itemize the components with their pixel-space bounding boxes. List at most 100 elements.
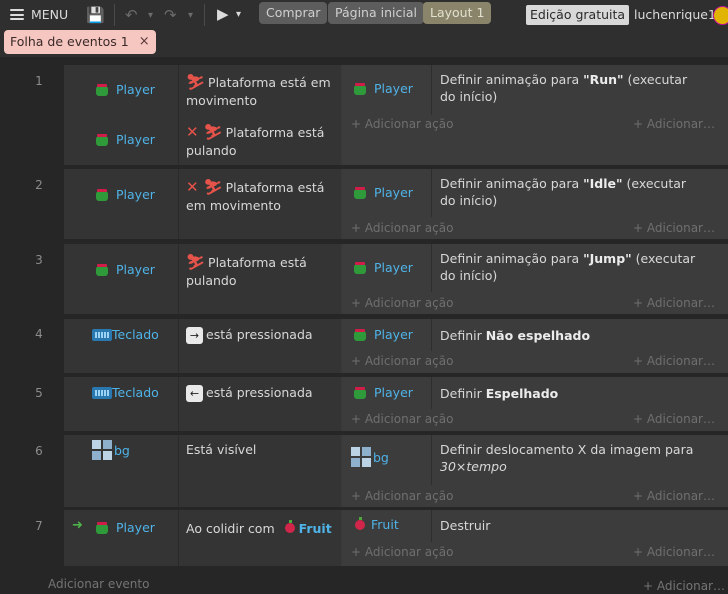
condition-text[interactable]: ⛷ Plataforma está em movimento: [186, 73, 336, 110]
condition-object[interactable]: Teclado: [92, 327, 159, 342]
play-icon[interactable]: ▶: [217, 5, 229, 23]
action-item[interactable]: Player Definir animação para "Idle" (exe…: [343, 169, 728, 217]
conditions-block[interactable]: Teclado → está pressionada: [64, 319, 341, 373]
condition-object[interactable]: Player: [94, 262, 155, 277]
buy-button[interactable]: Comprar: [259, 2, 328, 24]
add-action-button[interactable]: + Adicionar ação: [351, 489, 453, 503]
condition-text[interactable]: ⛷ Plataforma está pulando: [186, 253, 336, 290]
undo-dropdown-icon[interactable]: ▾: [148, 10, 153, 21]
action-item[interactable]: bg Definir deslocamento X da imagem para…: [343, 435, 728, 485]
action-object[interactable]: Player: [352, 385, 413, 400]
conditions-block[interactable]: bg Está visível: [64, 435, 341, 507]
action-object[interactable]: Player: [352, 260, 413, 275]
action-text[interactable]: Definir deslocamento X da imagem para 30…: [440, 441, 700, 475]
add-action-alt-button[interactable]: + Adicionar…: [633, 117, 715, 131]
actions-block[interactable]: Player Definir Não espelhado + Adicionar…: [343, 319, 728, 373]
home-tab[interactable]: Página inicial: [328, 2, 424, 24]
action-item[interactable]: Fruit Destruir: [343, 510, 728, 542]
edition-badge[interactable]: Edição gratuita: [526, 5, 630, 25]
add-action-alt-button[interactable]: + Adicionar…: [633, 296, 715, 310]
condition-object[interactable]: Teclado: [92, 385, 159, 400]
username[interactable]: luchenrique1: [634, 7, 716, 22]
add-action-alt-button[interactable]: + Adicionar…: [633, 354, 715, 368]
action-object[interactable]: Fruit: [355, 516, 399, 532]
actions-block[interactable]: Player Definir Espelhado + Adicionar açã…: [343, 377, 728, 431]
actions-block[interactable]: Player Definir animação para "Run" (exec…: [343, 65, 728, 165]
menu-button[interactable]: MENU: [10, 7, 68, 22]
condition-object[interactable]: bg: [92, 440, 130, 460]
conditions-block[interactable]: Player ⛷ Plataforma está em movimento Pla…: [64, 65, 341, 165]
add-event-button[interactable]: Adicionar evento: [48, 577, 149, 591]
action-object[interactable]: bg: [351, 447, 389, 467]
condition-text[interactable]: → está pressionada: [186, 326, 336, 344]
action-item[interactable]: Player Definir animação para "Run" (exec…: [343, 65, 728, 115]
condition-item[interactable]: Player ⛷ Plataforma está em movimento: [64, 65, 341, 115]
action-text[interactable]: Definir animação para "Run" (executar do…: [440, 71, 700, 105]
undo-icon[interactable]: ↶: [125, 6, 138, 24]
condition-object[interactable]: Player: [94, 520, 155, 535]
add-action-button[interactable]: + Adicionar ação: [351, 296, 453, 310]
condition-object[interactable]: Player: [94, 187, 155, 202]
condition-text[interactable]: Ao colidir com Fruit: [186, 520, 346, 538]
event-row[interactable]: bg Está visível bg Definir deslocamento …: [64, 435, 728, 507]
add-action-button[interactable]: + Adicionar ação: [351, 412, 453, 426]
redo-dropdown-icon[interactable]: ▾: [188, 10, 193, 21]
action-text[interactable]: Definir Não espelhado: [440, 327, 700, 344]
condition-object[interactable]: Player: [94, 82, 155, 97]
action-object[interactable]: Player: [352, 327, 413, 342]
avatar[interactable]: [713, 6, 728, 25]
condition-item[interactable]: Teclado ← está pressionada: [64, 377, 341, 431]
event-row[interactable]: ➜ Player Ao colidir com Fruit Fruit Dest…: [64, 510, 728, 566]
condition-item[interactable]: bg Está visível: [64, 435, 341, 507]
conditions-block[interactable]: Player ✕ ⛷ Plataforma está em movimento: [64, 169, 341, 239]
event-row[interactable]: Player ✕ ⛷ Plataforma está em movimento Pl…: [64, 169, 728, 239]
action-text[interactable]: Definir Espelhado: [440, 385, 700, 402]
layout-tab[interactable]: Layout 1: [423, 2, 492, 24]
add-action-button[interactable]: + Adicionar ação: [351, 545, 453, 559]
action-item[interactable]: Player Definir Não espelhado: [343, 319, 728, 351]
add-action-button[interactable]: + Adicionar ação: [351, 221, 453, 235]
event-row[interactable]: Player ⛷ Plataforma está em movimento Pla…: [64, 65, 728, 165]
add-action-button[interactable]: + Adicionar ação: [351, 117, 453, 131]
action-text[interactable]: Definir animação para "Jump" (executar d…: [440, 250, 700, 284]
bg-tiled-sprite-icon: [92, 440, 112, 460]
condition-text[interactable]: Está visível: [186, 441, 336, 459]
action-object[interactable]: Player: [352, 185, 413, 200]
action-item[interactable]: Player Definir Espelhado: [343, 377, 728, 409]
condition-text[interactable]: ✕ ⛷ Plataforma está pulando: [186, 123, 336, 160]
action-text[interactable]: Definir animação para "Idle" (executar d…: [440, 175, 700, 209]
add-action-alt-button[interactable]: + Adicionar…: [643, 579, 725, 593]
conditions-block[interactable]: Player ⛷ Plataforma está pulando: [64, 244, 341, 314]
tab-event-sheet[interactable]: Folha de eventos 1 ×: [4, 30, 156, 54]
condition-object[interactable]: Player: [94, 132, 155, 147]
event-row[interactable]: Teclado → está pressionada Player Definir…: [64, 319, 728, 373]
condition-item[interactable]: Player ✕ ⛷ Plataforma está em movimento: [64, 169, 341, 239]
tab-label: Folha de eventos 1: [10, 34, 129, 49]
add-action-alt-button[interactable]: + Adicionar…: [633, 412, 715, 426]
action-object[interactable]: Player: [352, 81, 413, 96]
condition-text[interactable]: ✕ ⛷ Plataforma está em movimento: [186, 178, 336, 215]
action-text[interactable]: Destruir: [440, 517, 700, 534]
action-item[interactable]: Player Definir animação para "Jump" (exe…: [343, 244, 728, 292]
actions-block[interactable]: Fruit Destruir + Adicionar ação + Adicio…: [343, 510, 728, 566]
event-row[interactable]: Teclado ← está pressionada Player Definir…: [64, 377, 728, 431]
close-icon[interactable]: ×: [139, 30, 150, 54]
condition-item[interactable]: Player ✕ ⛷ Plataforma está pulando: [64, 115, 341, 165]
event-row[interactable]: Player ⛷ Plataforma está pulando Player D…: [64, 244, 728, 314]
condition-item[interactable]: ➜ Player Ao colidir com Fruit: [64, 510, 341, 566]
conditions-block[interactable]: ➜ Player Ao colidir com Fruit: [64, 510, 341, 566]
condition-item[interactable]: Teclado → está pressionada: [64, 319, 341, 373]
save-icon[interactable]: 💾: [86, 6, 105, 24]
condition-text[interactable]: ← está pressionada: [186, 384, 336, 402]
condition-item[interactable]: Player ⛷ Plataforma está pulando: [64, 244, 341, 314]
add-action-alt-button[interactable]: + Adicionar…: [633, 545, 715, 559]
play-dropdown-icon[interactable]: ▾: [236, 9, 241, 20]
redo-icon[interactable]: ↷: [164, 6, 177, 24]
conditions-block[interactable]: Teclado ← está pressionada: [64, 377, 341, 431]
actions-block[interactable]: bg Definir deslocamento X da imagem para…: [343, 435, 728, 507]
actions-block[interactable]: Player Definir animação para "Idle" (exe…: [343, 169, 728, 239]
add-action-button[interactable]: + Adicionar ação: [351, 354, 453, 368]
actions-block[interactable]: Player Definir animação para "Jump" (exe…: [343, 244, 728, 314]
add-action-alt-button[interactable]: + Adicionar…: [633, 489, 715, 503]
add-action-alt-button[interactable]: + Adicionar…: [633, 221, 715, 235]
